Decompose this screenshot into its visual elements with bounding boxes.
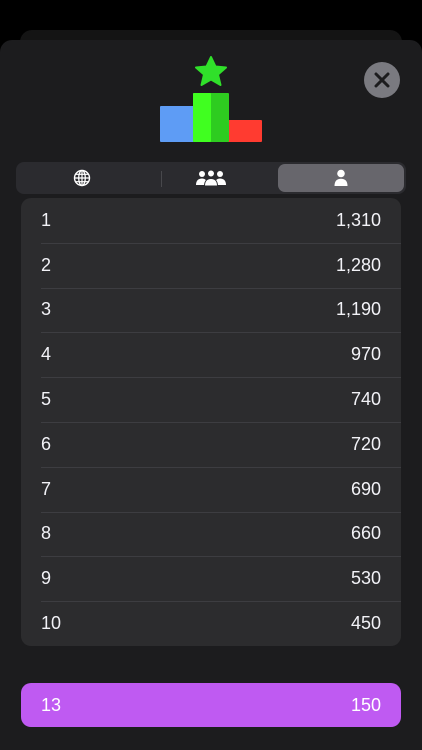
close-button[interactable]: [364, 62, 400, 98]
leaderboard-screen: 1 1,310 2 1,280 3 1,190 4 970 5 740 6 72…: [0, 0, 422, 750]
person-icon: [334, 169, 348, 186]
score-label: 660: [350, 523, 381, 544]
score-label: 1,310: [335, 209, 381, 230]
rank-label: 1: [41, 209, 52, 230]
table-row: 4 970: [21, 332, 401, 377]
leaderboard-list: 1 1,310 2 1,280 3 1,190 4 970 5 740 6 72…: [21, 198, 401, 646]
rank-label: 10: [41, 613, 62, 634]
score-label: 740: [350, 389, 381, 410]
table-row: 8 660: [21, 511, 401, 557]
podium-star-icon: [158, 56, 264, 144]
current-player-row: 13 150: [21, 683, 401, 727]
tab-global[interactable]: [18, 164, 146, 192]
rank-label: 3: [41, 299, 52, 320]
rank-label: 9: [41, 568, 52, 589]
table-row: 1 1,310: [21, 198, 401, 243]
table-row: 5 740: [21, 377, 401, 422]
score-label: 450: [350, 613, 381, 634]
rank-label: 6: [41, 433, 52, 454]
rank-label: 8: [41, 523, 52, 544]
rank-label: 7: [41, 478, 52, 499]
group-icon: [196, 169, 226, 187]
table-row: 2 1,280: [21, 242, 401, 288]
scope-segmented-control: [16, 162, 406, 194]
rank-label: 2: [41, 254, 52, 275]
current-player-score: 150: [350, 694, 381, 715]
rank-label: 5: [41, 389, 52, 410]
table-row: 10 450: [21, 601, 401, 646]
tab-personal[interactable]: [278, 164, 404, 192]
table-row: 7 690: [21, 466, 401, 512]
score-label: 530: [350, 568, 381, 589]
score-label: 720: [350, 433, 381, 454]
close-icon: [374, 72, 390, 88]
score-label: 1,190: [335, 299, 381, 320]
score-label: 1,280: [335, 254, 381, 275]
tab-friends[interactable]: [146, 164, 276, 192]
score-label: 690: [350, 478, 381, 499]
rank-label: 4: [41, 344, 52, 365]
score-label: 970: [350, 344, 381, 365]
current-player-rank: 13: [41, 694, 62, 715]
globe-icon: [73, 169, 91, 187]
table-row: 9 530: [21, 556, 401, 601]
table-row: 6 720: [21, 421, 401, 467]
table-row: 3 1,190: [21, 287, 401, 333]
